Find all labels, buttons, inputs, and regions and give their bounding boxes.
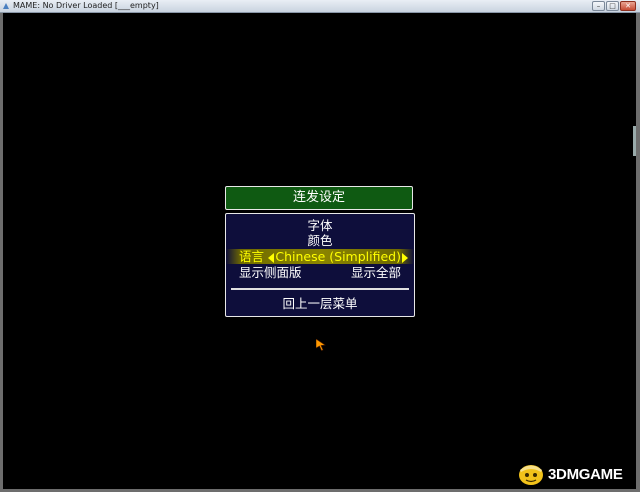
mouse-cursor-icon (316, 339, 326, 351)
watermark-text: 3DMGAME (548, 466, 623, 483)
mame-app-icon (3, 3, 9, 9)
menu-item-artwork[interactable]: 显示侧面版 显示全部 (226, 265, 414, 280)
window-title: MAME: No Driver Loaded [___empty] (13, 1, 159, 10)
menu-item-label: 字体 (307, 218, 333, 233)
window-edge-marker (633, 126, 636, 156)
window-controls: – □ ✕ (592, 1, 636, 11)
close-button[interactable]: ✕ (620, 1, 636, 11)
title-bar[interactable]: MAME: No Driver Loaded [___empty] – □ ✕ (0, 0, 640, 13)
menu-title: 连发设定 (292, 190, 345, 205)
menu-item-value: 显示全部 (350, 265, 401, 280)
back-label: 回上一层菜单 (282, 296, 358, 311)
arrow-left-icon[interactable] (268, 252, 275, 263)
menu-item-language[interactable]: 语言 Chinese (Simplified) (226, 249, 414, 264)
minimize-button[interactable]: – (592, 1, 605, 11)
back-menu-item[interactable]: 回上一层菜单 (226, 296, 414, 311)
maximize-button[interactable]: □ (606, 1, 619, 11)
menu-divider (231, 288, 409, 290)
menu-header: 连发设定 (225, 186, 413, 210)
language-value[interactable]: Chinese (Simplified) (268, 249, 408, 264)
language-value-text: Chinese (Simplified) (275, 249, 401, 264)
menu-item-font[interactable]: 字体 (226, 218, 414, 233)
menu-item-label: 颜色 (307, 233, 333, 248)
mascot-icon (519, 465, 543, 485)
menu-item-label: 语言 (239, 249, 265, 264)
watermark-logo: 3DMGAME (514, 460, 634, 488)
arrow-right-icon[interactable] (402, 252, 408, 263)
options-menu: 字体 颜色 语言 Chinese (Simplified) 显示侧面版 显示全部… (225, 213, 415, 317)
menu-item-label: 显示侧面版 (239, 265, 302, 280)
menu-item-color[interactable]: 颜色 (226, 233, 414, 248)
